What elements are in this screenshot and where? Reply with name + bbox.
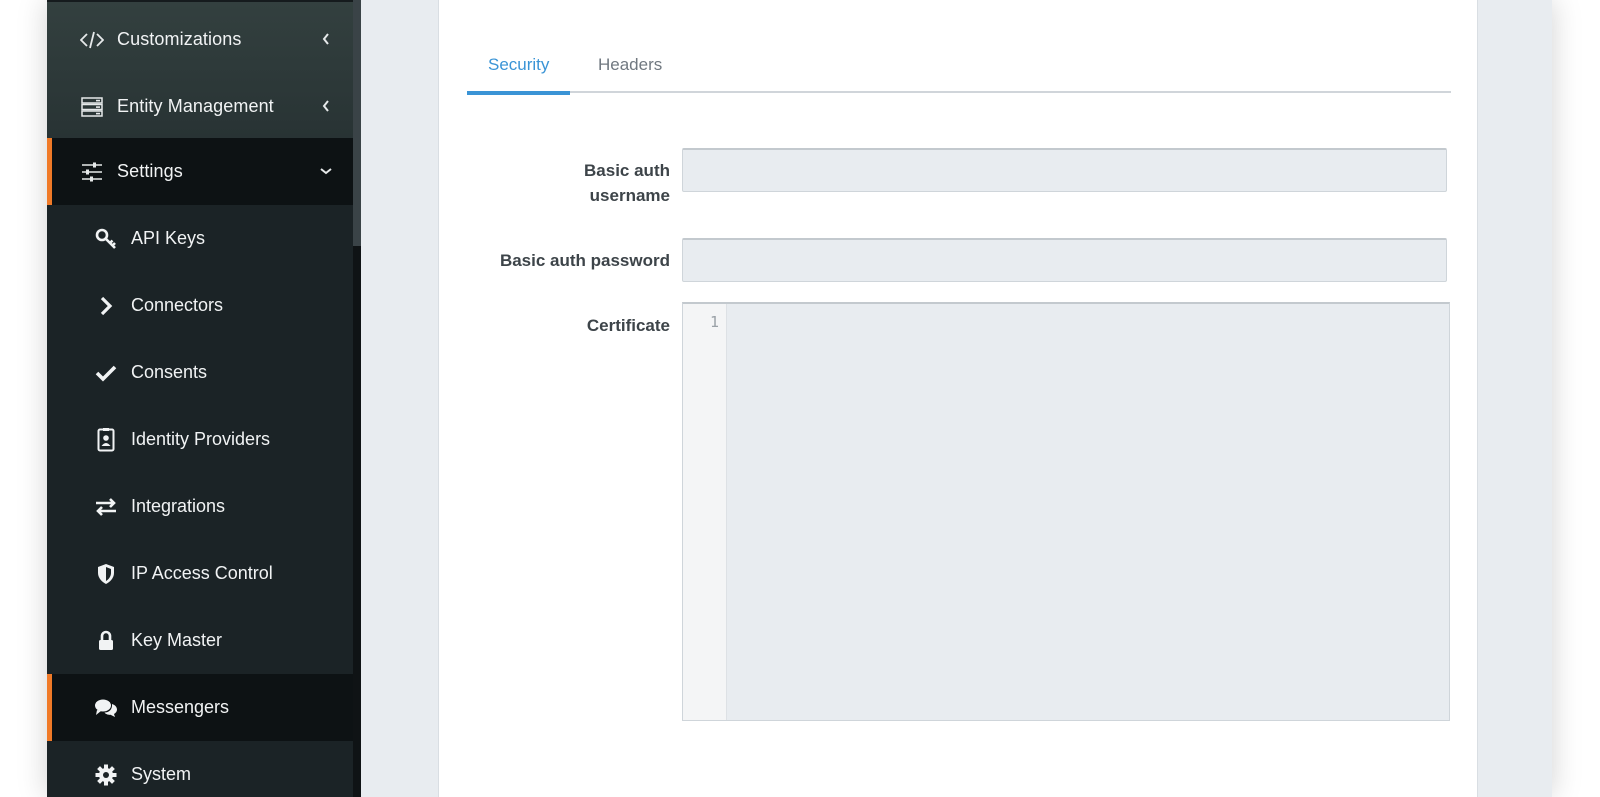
key-icon (93, 226, 119, 252)
sidebar-item-integrations[interactable]: Integrations (47, 473, 353, 540)
basic-auth-password-input[interactable] (682, 238, 1447, 282)
chevron-left-icon (317, 28, 335, 50)
sidebar-item-label: Entity Management (117, 96, 274, 116)
chevron-right-icon (93, 293, 119, 319)
sidebar-item-label: Messengers (131, 697, 230, 717)
chevron-down-icon (317, 160, 335, 182)
line-number: 1 (709, 313, 719, 331)
line-number-gutter: 1 (683, 304, 727, 720)
chat-icon (93, 695, 119, 721)
sidebar-item-label: IP Access Control (131, 563, 273, 583)
label-line: Basic auth (584, 161, 670, 180)
tab-security[interactable]: Security (467, 36, 571, 95)
sidebar-item-key-master[interactable]: Key Master (47, 607, 353, 674)
sidebar-top-group: Customizations Entity Management (47, 0, 353, 138)
basic-auth-username-input[interactable] (682, 148, 1447, 192)
chevron-left-icon (317, 95, 335, 117)
certificate-label: Certificate (586, 316, 670, 335)
check-icon (93, 360, 119, 386)
sidebar-item-identity-providers[interactable]: Identity Providers (47, 406, 353, 473)
sidebar-item-label: Settings (117, 161, 183, 181)
sidebar-item-ip-access-control[interactable]: IP Access Control (47, 540, 353, 607)
messenger-settings-card: Security Headers Basic auth username Bas… (438, 0, 1478, 797)
server-icon (79, 94, 105, 120)
basic-auth-username-label: Basic auth username (470, 158, 670, 208)
sidebar-item-label: Integrations (131, 496, 226, 516)
sidebar-item-label: Connectors (131, 295, 224, 315)
sidebar-item-api-keys[interactable]: API Keys (47, 205, 353, 272)
scrollbar-thumb[interactable] (353, 0, 361, 246)
sidebar: Customizations Entity Management Setting… (47, 0, 353, 797)
active-accent (47, 138, 52, 205)
sidebar-item-messengers[interactable]: Messengers (47, 674, 353, 741)
sidebar-item-label: API Keys (131, 228, 206, 248)
sidebar-item-connectors[interactable]: Connectors (47, 272, 353, 339)
sidebar-item-customizations[interactable]: Customizations (47, 6, 353, 73)
basic-auth-password-label: Basic auth password (499, 251, 670, 270)
app-window: Customizations Entity Management Setting… (47, 0, 1552, 797)
sliders-icon (79, 159, 105, 185)
sidebar-item-entity-management[interactable]: Entity Management (47, 73, 353, 140)
certificate-code-editor[interactable]: 1 (682, 302, 1450, 721)
sidebar-item-label: Consents (131, 362, 208, 382)
exchange-icon (93, 494, 119, 520)
sidebar-item-label: System (131, 764, 192, 784)
page-right-margin (1527, 0, 1552, 797)
code-icon (79, 27, 105, 53)
id-badge-icon (93, 427, 119, 453)
sidebar-item-settings[interactable]: Settings (47, 138, 353, 205)
lock-icon (93, 628, 119, 654)
tab-headers[interactable]: Headers (577, 36, 683, 93)
active-accent (47, 674, 52, 741)
shield-icon (93, 561, 119, 587)
tab-bar: Security Headers (467, 36, 1451, 95)
label-line: username (589, 186, 670, 205)
sidebar-item-consents[interactable]: Consents (47, 339, 353, 406)
sidebar-item-label: Identity Providers (131, 429, 271, 449)
sidebar-item-system[interactable]: System (47, 741, 353, 797)
sidebar-item-label: Customizations (117, 29, 242, 49)
sidebar-item-label: Key Master (131, 630, 223, 650)
cog-icon (93, 762, 119, 788)
sidebar-scrollbar[interactable] (353, 0, 361, 797)
